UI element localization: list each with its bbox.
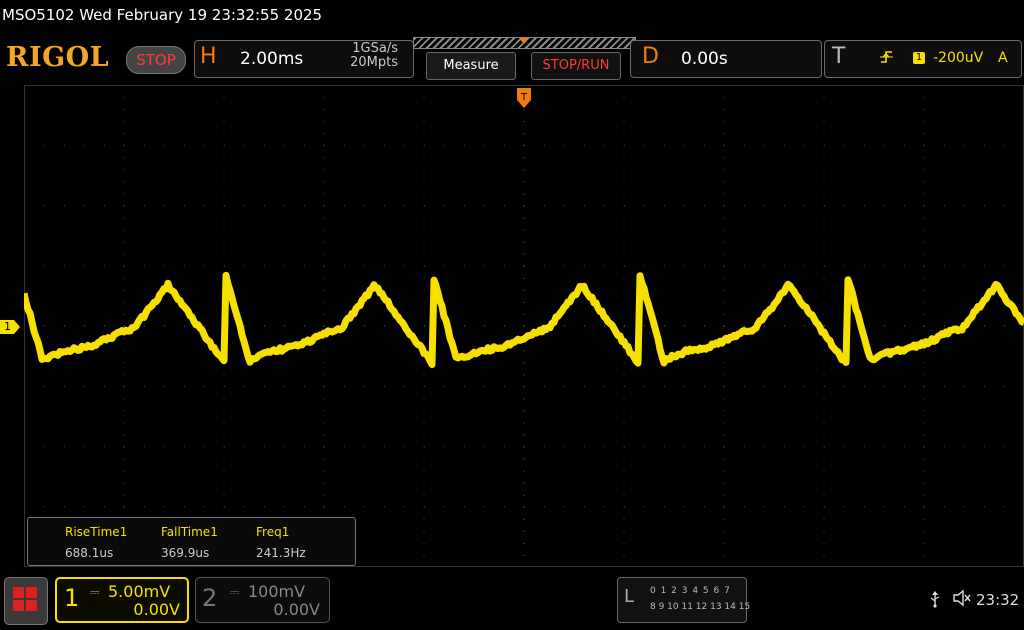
memory-position-marker: [519, 38, 529, 44]
delay-value: 0.00s: [681, 49, 728, 69]
memory-depth: 20Mpts: [330, 56, 398, 70]
ch2-offset: 0.00V: [228, 600, 320, 619]
measurement-panel: RiseTime1 688.1us FallTime1 369.9us Freq…: [27, 517, 356, 566]
ch1-offset: 0.00V: [90, 600, 180, 619]
usb-icon: [928, 590, 942, 612]
logic-letter: L: [624, 586, 634, 607]
speaker-muted-icon[interactable]: [952, 589, 972, 611]
trigger-letter: T: [832, 44, 845, 69]
svg-text:T: T: [520, 92, 528, 103]
ch1-waveform: [24, 275, 1024, 364]
ch1-scale: 5.00mV: [108, 582, 170, 601]
logic-channels-8-15: 8 9 10 11 12 13 14 15: [650, 602, 750, 612]
grid-menu-icon: [13, 587, 37, 611]
trigger-mode: A: [998, 50, 1008, 66]
status-clock: 23:32: [976, 591, 1019, 609]
acquisition-info: 1GSa/s 20Mpts: [330, 42, 398, 70]
trigger-position-marker[interactable]: T: [517, 88, 531, 114]
dc-coupling-icon: ⎓: [90, 585, 100, 600]
ch1-offset-marker[interactable]: 1: [0, 320, 20, 334]
graticule: [24, 85, 1024, 567]
rise-time-value: 688.1us: [65, 546, 113, 560]
ch2-number: 2: [202, 584, 217, 612]
rise-time-label: RiseTime1: [65, 525, 127, 539]
trigger-source: 1: [913, 52, 925, 64]
rising-edge-icon: [880, 50, 894, 68]
logic-analyzer-panel[interactable]: [617, 577, 747, 623]
window-title: MSO5102 Wed February 19 23:32:55 2025: [2, 6, 322, 24]
logic-channels-0-7: 0 1 2 3 4 5 6 7: [650, 586, 731, 596]
measure-button[interactable]: Measure: [426, 52, 516, 80]
stop-run-button[interactable]: STOP/RUN: [531, 52, 621, 80]
ch1-number: 1: [64, 584, 79, 612]
timebase-value: 2.00ms: [240, 49, 303, 69]
sample-rate: 1GSa/s: [330, 42, 398, 56]
horizontal-letter: H: [200, 44, 217, 69]
frequency-value: 241.3Hz: [256, 546, 306, 560]
rigol-logo: RIGOL: [6, 42, 109, 73]
waveform-display[interactable]: [24, 85, 1024, 567]
trigger-level: -200uV: [933, 50, 983, 66]
fall-time-label: FallTime1: [161, 525, 218, 539]
frequency-label: Freq1: [256, 525, 289, 539]
run-state-badge: STOP: [126, 46, 186, 74]
fall-time-value: 369.9us: [161, 546, 209, 560]
ch2-scale: 100mV: [248, 582, 305, 601]
dc-coupling-icon: ⎓: [230, 585, 240, 600]
delay-letter: D: [642, 44, 659, 69]
